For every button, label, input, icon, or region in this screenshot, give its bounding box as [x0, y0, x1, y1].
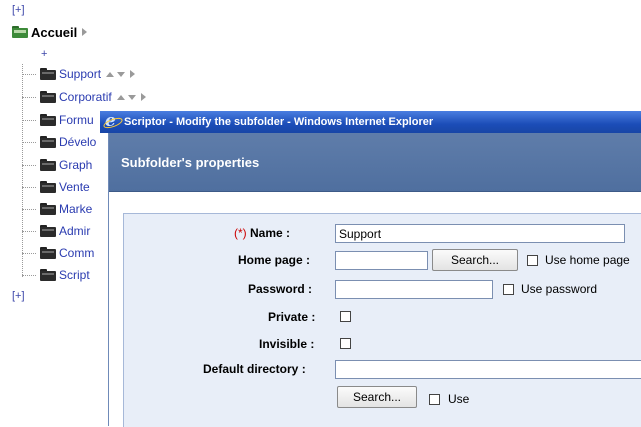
home-page-search-button[interactable]: Search...: [432, 249, 518, 271]
tree-item-comm[interactable]: Comm: [22, 245, 94, 261]
header-band: Subfolder's properties: [109, 133, 641, 192]
tree-item-label[interactable]: Vente: [59, 180, 90, 194]
move-down-icon[interactable]: [127, 94, 136, 100]
folder-icon: [40, 159, 56, 171]
tree-item-marke[interactable]: Marke: [22, 201, 92, 217]
folder-icon: [40, 181, 56, 193]
expand-arrow-icon[interactable]: [140, 93, 146, 101]
folder-icon: [40, 203, 56, 215]
name-input[interactable]: [335, 224, 625, 243]
tree-item-support[interactable]: Support: [22, 66, 136, 82]
private-label: Private :: [268, 310, 316, 324]
home-page-label: Home page :: [238, 253, 311, 267]
move-up-icon[interactable]: [106, 71, 115, 77]
invisible-label: Invisible :: [259, 337, 315, 351]
tree-item-script[interactable]: Script: [22, 267, 90, 283]
form-panel: (*) Name : Home page : Search... Use hom…: [123, 213, 641, 427]
window-titlebar[interactable]: e Scriptor - Modify the subfolder - Wind…: [100, 111, 641, 133]
tree-item-label[interactable]: Formu: [59, 113, 94, 127]
add-subfolder-link[interactable]: +: [41, 48, 47, 60]
expand-arrow-icon[interactable]: [82, 28, 88, 36]
header-title: Subfolder's properties: [121, 155, 260, 170]
password-input[interactable]: [335, 280, 493, 299]
tree-item-label[interactable]: Admir: [59, 224, 90, 238]
tree-item-label[interactable]: Script: [59, 268, 90, 282]
expand-top-link[interactable]: [+]: [12, 4, 25, 16]
private-checkbox[interactable]: [340, 311, 351, 322]
name-label: (*) Name :: [234, 226, 291, 240]
green-folder-icon: [12, 26, 28, 38]
folder-icon: [40, 114, 56, 126]
tree-item-label[interactable]: Dévelo: [59, 135, 96, 149]
use-password-label: Use password: [521, 282, 598, 296]
use-password-checkbox[interactable]: [503, 284, 514, 295]
tree-item-label[interactable]: Marke: [59, 202, 92, 216]
folder-icon: [40, 136, 56, 148]
root-label[interactable]: Accueil: [31, 25, 77, 40]
tree-root[interactable]: Accueil: [12, 24, 88, 40]
tree-item-develo[interactable]: Dévelo: [22, 134, 96, 150]
password-label: Password :: [248, 282, 313, 296]
tree-item-admir[interactable]: Admir: [22, 223, 90, 239]
folder-icon: [40, 247, 56, 259]
expand-arrow-icon[interactable]: [130, 70, 136, 78]
move-down-icon[interactable]: [117, 71, 126, 77]
default-directory-search-button[interactable]: Search...: [337, 386, 417, 408]
folder-icon: [40, 91, 56, 103]
tree-item-label[interactable]: Graph: [59, 158, 92, 172]
dialog-body: Subfolder's properties (*) Name : Home p…: [108, 133, 641, 427]
use-directory-label: Use: [448, 392, 470, 406]
default-directory-label: Default directory :: [203, 362, 306, 376]
tree-item-label[interactable]: Comm: [59, 246, 94, 260]
required-mark: (*): [234, 226, 247, 240]
tree-item-formu[interactable]: Formu: [22, 112, 94, 128]
use-home-page-checkbox[interactable]: [527, 255, 538, 266]
folder-icon: [40, 225, 56, 237]
move-up-icon[interactable]: [116, 94, 125, 100]
tree-item-label[interactable]: Support: [59, 67, 101, 81]
tree-item-graph[interactable]: Graph: [22, 157, 92, 173]
folder-icon: [40, 269, 56, 281]
expand-bottom-link[interactable]: [+]: [12, 290, 25, 302]
tree-item-vente[interactable]: Vente: [22, 179, 90, 195]
invisible-checkbox[interactable]: [340, 338, 351, 349]
tree-item-label[interactable]: Corporatif: [59, 90, 112, 104]
folder-icon: [40, 68, 56, 80]
default-directory-input[interactable]: [335, 360, 641, 379]
ie-icon: e: [102, 111, 124, 131]
home-page-input[interactable]: [335, 251, 428, 270]
window-title: Scriptor - Modify the subfolder - Window…: [124, 116, 434, 128]
ie-popup-window: e Scriptor - Modify the subfolder - Wind…: [100, 111, 641, 427]
tree-item-corporatif[interactable]: Corporatif: [22, 89, 146, 105]
use-home-page-label: Use home page: [545, 253, 630, 267]
use-directory-checkbox[interactable]: [429, 394, 440, 405]
